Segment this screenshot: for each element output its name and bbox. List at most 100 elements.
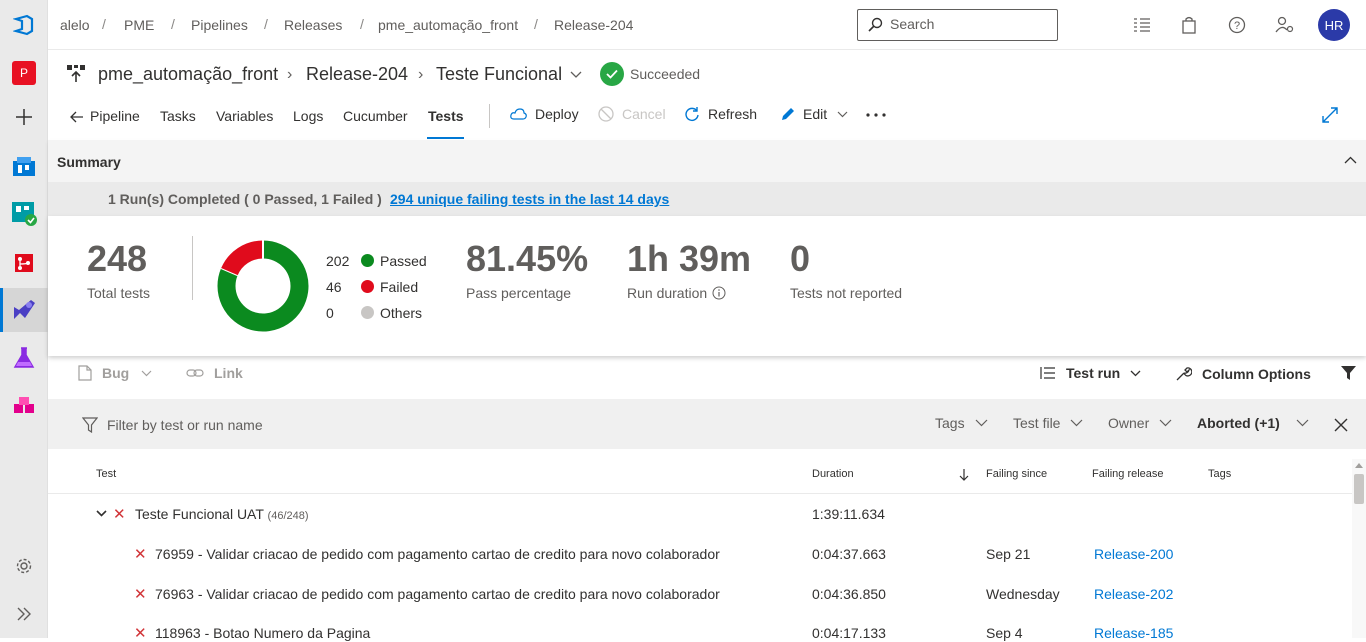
tab-back-pipeline[interactable]: Pipeline — [70, 108, 140, 124]
breadcrumb-project[interactable]: PME — [124, 17, 154, 33]
tab-variables[interactable]: Variables — [216, 108, 273, 124]
user-settings-icon[interactable] — [1274, 14, 1296, 36]
clear-filters-close-icon[interactable] — [1334, 418, 1348, 432]
test-run-label: Test run — [1066, 365, 1121, 381]
breadcrumb-releases[interactable]: Releases — [284, 17, 342, 33]
failing-since: Sep 4 — [986, 625, 1023, 641]
chevron-down-icon — [1296, 419, 1309, 427]
group-list-icon — [1040, 366, 1056, 380]
breadcrumb-release[interactable]: Release-204 — [554, 17, 633, 33]
column-header-tags[interactable]: Tags — [1208, 468, 1231, 480]
edit-button[interactable]: Edit — [780, 106, 848, 122]
scrollbar-thumb[interactable] — [1354, 474, 1364, 504]
breadcrumb-pipeline[interactable]: pme_automação_front — [378, 17, 518, 33]
breadcrumb-pipelines[interactable]: Pipelines — [191, 17, 248, 33]
tab-tests[interactable]: Tests — [428, 108, 464, 124]
test-name[interactable]: 118963 - Botao Numero da Pagina — [155, 625, 370, 641]
search-input[interactable] — [890, 16, 1050, 32]
legend-passed-label: Passed — [380, 253, 427, 269]
column-header-failing-release[interactable]: Failing release — [1092, 468, 1164, 480]
legend-passed-dot — [361, 254, 374, 267]
owner-filter-dropdown[interactable]: Owner — [1108, 415, 1172, 431]
pipeline-name[interactable]: pme_automação_front — [98, 64, 278, 85]
column-options-button[interactable]: Column Options — [1175, 365, 1311, 382]
azure-devops-logo-icon[interactable] — [0, 5, 48, 45]
deploy-label: Deploy — [535, 106, 579, 122]
legend-failed-dot — [361, 280, 374, 293]
summary-title: Summary — [57, 154, 121, 170]
status-label: Succeeded — [630, 66, 701, 82]
test-plans-icon[interactable] — [0, 338, 48, 378]
create-bug-button[interactable]: Bug — [78, 365, 152, 381]
failing-since: Sep 21 — [986, 546, 1031, 562]
outcome-donut-chart — [217, 240, 309, 332]
sort-descending-arrow-icon[interactable] — [959, 468, 969, 482]
legend-failed-count: 46 — [326, 279, 342, 295]
filter-text-input[interactable] — [107, 417, 407, 433]
pipelines-icon[interactable] — [0, 288, 48, 332]
release-name[interactable]: Release-204 — [306, 64, 408, 85]
expand-rail-icon[interactable] — [0, 594, 48, 634]
test-name[interactable]: 76959 - Validar criacao de pedido com pa… — [155, 546, 720, 562]
test-duration: 0:04:37.663 — [812, 546, 886, 562]
notifications-list-icon[interactable] — [1131, 14, 1153, 36]
test-boards-icon[interactable] — [0, 193, 48, 233]
column-header-test[interactable]: Test — [96, 468, 116, 480]
failing-release-link[interactable]: Release-200 — [1094, 546, 1173, 562]
deploy-button[interactable]: Deploy — [510, 106, 579, 122]
active-tab-indicator — [427, 137, 464, 139]
stage-dropdown-chevron-down-icon[interactable] — [570, 71, 582, 79]
tab-cucumber[interactable]: Cucumber — [343, 108, 408, 124]
tab-logs[interactable]: Logs — [293, 108, 323, 124]
artifacts-icon[interactable] — [0, 386, 48, 426]
project-avatar-icon[interactable]: P — [0, 53, 48, 93]
tags-filter-dropdown[interactable]: Tags — [935, 415, 988, 431]
fullscreen-expand-icon[interactable] — [1322, 107, 1338, 123]
chevron-down-icon — [141, 370, 152, 377]
column-header-failing-since[interactable]: Failing since — [986, 468, 1047, 480]
column-header-duration[interactable]: Duration — [812, 468, 854, 480]
failing-release-link[interactable]: Release-185 — [1094, 625, 1173, 641]
add-icon[interactable] — [0, 97, 48, 137]
more-actions-icon[interactable] — [866, 113, 886, 117]
tab-tasks[interactable]: Tasks — [160, 108, 196, 124]
outcome-filter-dropdown[interactable]: Aborted (+1) — [1197, 415, 1309, 431]
filter-funnel-icon[interactable] — [1340, 365, 1357, 381]
marketplace-bag-icon[interactable] — [1178, 14, 1200, 36]
failing-release-link[interactable]: Release-202 — [1094, 586, 1173, 602]
not-reported-value: 0 — [790, 238, 811, 279]
project-settings-gear-icon[interactable] — [0, 546, 48, 586]
test-file-filter-dropdown[interactable]: Test file — [1013, 415, 1083, 431]
help-icon[interactable]: ? — [1226, 14, 1248, 36]
tags-filter-label: Tags — [935, 415, 965, 431]
failing-tests-link[interactable]: 294 unique failing tests in the last 14 … — [390, 191, 669, 207]
legend-others-count: 0 — [326, 305, 334, 321]
search-box[interactable] — [857, 9, 1058, 41]
link-button[interactable]: Link — [186, 365, 243, 381]
test-duration: 0:04:36.850 — [812, 586, 886, 602]
refresh-icon — [684, 106, 700, 122]
cancel-button[interactable]: Cancel — [598, 106, 666, 122]
repos-icon[interactable] — [0, 243, 48, 283]
test-duration: 0:04:17.133 — [812, 625, 886, 641]
group-count: (46/248) — [267, 510, 309, 522]
stage-name[interactable]: Teste Funcional — [436, 64, 562, 85]
legend-others-label: Others — [380, 305, 423, 321]
group-expand-chevron-down-icon[interactable] — [96, 510, 107, 517]
boards-icon[interactable] — [0, 145, 48, 185]
test-name[interactable]: 76963 - Validar criacao de pedido com pa… — [155, 586, 720, 602]
user-avatar[interactable]: HR — [1318, 9, 1350, 41]
group-title: Teste Funcional UAT — [135, 506, 264, 522]
info-icon[interactable] — [712, 286, 726, 300]
filter-icon — [82, 417, 98, 433]
scroll-up-arrow-icon[interactable] — [1355, 462, 1363, 468]
collapse-chevron-up-icon[interactable] — [1344, 156, 1357, 164]
column-options-label: Column Options — [1202, 365, 1311, 382]
breadcrumb-org[interactable]: alelo — [60, 17, 90, 33]
failed-x-icon: ✕ — [134, 546, 147, 563]
refresh-button[interactable]: Refresh — [684, 106, 757, 122]
runs-summary-text: 1 Run(s) Completed ( 0 Passed, 1 Failed … — [108, 191, 382, 207]
group-name[interactable]: Teste Funcional UAT (46/248) — [135, 506, 309, 522]
test-run-grouping-dropdown[interactable]: Test run — [1040, 365, 1141, 381]
test-file-filter-label: Test file — [1013, 415, 1061, 431]
